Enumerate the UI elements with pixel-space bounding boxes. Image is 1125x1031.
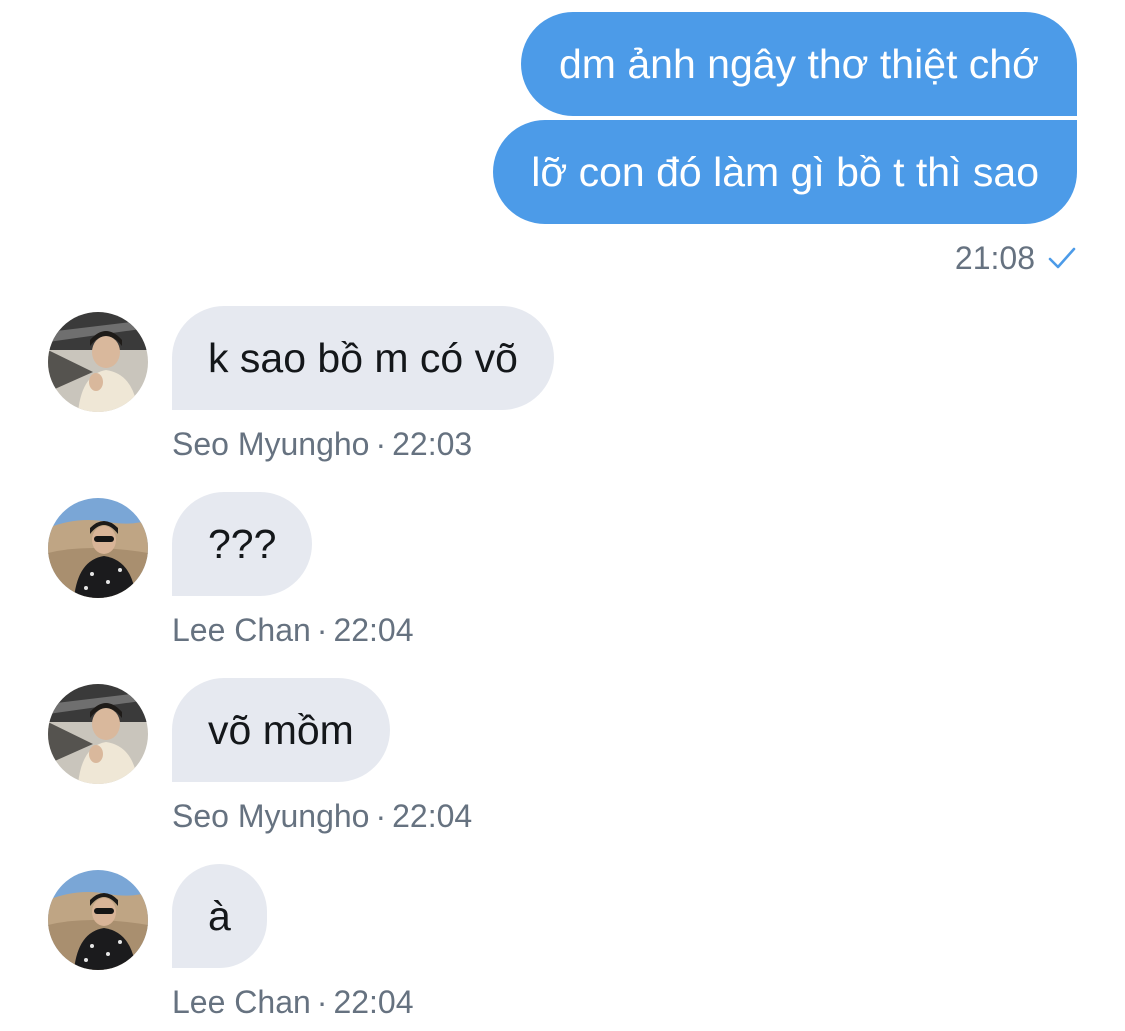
message-text: à bbox=[208, 893, 231, 939]
incoming-message-meta: Seo Myungho · 22:03 bbox=[172, 422, 472, 466]
message-timestamp: 22:04 bbox=[333, 984, 414, 1020]
avatar-lee-chan[interactable] bbox=[48, 870, 148, 970]
avatar-image bbox=[48, 498, 148, 598]
meta-separator: · bbox=[375, 798, 387, 834]
incoming-message-bubble[interactable]: à bbox=[172, 864, 267, 968]
sender-name[interactable]: Lee Chan bbox=[172, 612, 311, 648]
meta-separator: · bbox=[316, 612, 328, 648]
message-text: ??? bbox=[208, 521, 277, 567]
outgoing-message-meta: 21:08 bbox=[955, 236, 1077, 280]
sender-name[interactable]: Lee Chan bbox=[172, 984, 311, 1020]
meta-separator: · bbox=[316, 984, 328, 1020]
message-timestamp: 22:04 bbox=[392, 798, 473, 834]
outgoing-message-bubble[interactable]: lỡ con đó làm gì bồ t thì sao bbox=[493, 120, 1077, 224]
avatar-seo-myungho[interactable] bbox=[48, 684, 148, 784]
message-text: dm ảnh ngây thơ thiệt chớ bbox=[559, 41, 1039, 87]
avatar-image bbox=[48, 684, 148, 784]
incoming-message-bubble[interactable]: k sao bồ m có võ bbox=[172, 306, 554, 410]
avatar-lee-chan[interactable] bbox=[48, 498, 148, 598]
incoming-message-meta: Lee Chan · 22:04 bbox=[172, 608, 414, 652]
message-timestamp: 21:08 bbox=[954, 239, 1035, 276]
incoming-message-bubble[interactable]: ??? bbox=[172, 492, 313, 596]
message-text: k sao bồ m có võ bbox=[208, 335, 518, 381]
sender-name[interactable]: Seo Myungho bbox=[172, 798, 369, 834]
incoming-message-bubble[interactable]: võ mồm bbox=[172, 678, 390, 782]
outgoing-message-bubble[interactable]: dm ảnh ngây thơ thiệt chớ bbox=[521, 12, 1077, 116]
incoming-message-meta: Lee Chan · 22:04 bbox=[172, 980, 414, 1024]
avatar-seo-myungho[interactable] bbox=[48, 312, 148, 412]
avatar-image bbox=[48, 312, 148, 412]
check-icon bbox=[1048, 247, 1076, 269]
message-timestamp: 22:03 bbox=[392, 426, 473, 462]
message-timestamp: 22:04 bbox=[333, 612, 414, 648]
meta-separator: · bbox=[375, 426, 387, 462]
incoming-message-meta: Seo Myungho · 22:04 bbox=[172, 794, 472, 838]
avatar-image bbox=[48, 870, 148, 970]
message-text: lỡ con đó làm gì bồ t thì sao bbox=[531, 149, 1039, 195]
sender-name[interactable]: Seo Myungho bbox=[172, 426, 369, 462]
message-text: võ mồm bbox=[208, 707, 354, 753]
